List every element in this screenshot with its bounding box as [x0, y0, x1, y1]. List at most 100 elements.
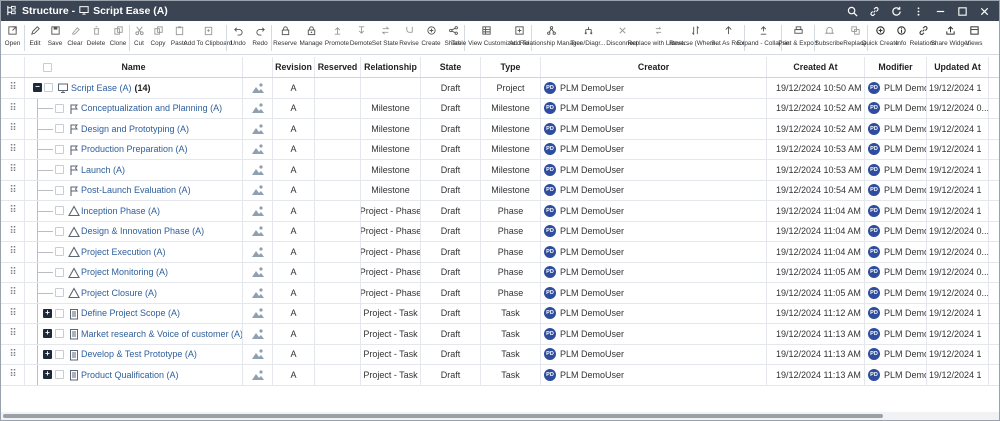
thumbnail-icon[interactable] — [243, 242, 273, 262]
name-cell[interactable]: Launch (A) — [25, 160, 243, 180]
expand-icon[interactable]: + — [43, 329, 52, 339]
table-row[interactable]: ⠿ Production Preparation (A) A Milestone Dra… — [1, 139, 999, 160]
table-row[interactable]: ⠿ Post-Launch Evaluation (A) A Milestone Dra… — [1, 180, 999, 201]
creator-cell[interactable]: PD PLM DemoUser — [541, 365, 767, 385]
copy-button[interactable]: Copy — [148, 21, 168, 55]
clone-button[interactable]: Clone — [107, 21, 129, 55]
undo-button[interactable]: Undo — [227, 21, 249, 55]
add-to-button[interactable]: Add To — [507, 21, 531, 55]
drag-handle-icon[interactable]: ⠿ — [1, 365, 25, 385]
row-checkbox[interactable] — [55, 247, 64, 257]
item-name-link[interactable]: Define Project Scope (A) — [81, 308, 180, 318]
table-row[interactable]: ⠿ + Market research & Voice of customer (A… — [1, 324, 999, 345]
type-column-header[interactable]: Type — [481, 57, 541, 77]
table-row[interactable]: ⠿ Design and Prototyping (A) A Milestone Dra… — [1, 119, 999, 140]
expand-icon[interactable]: + — [43, 308, 52, 318]
row-checkbox[interactable] — [55, 144, 64, 154]
select-all-checkbox[interactable] — [43, 62, 52, 72]
item-name-link[interactable]: Design and Prototyping (A) — [81, 124, 189, 134]
row-checkbox[interactable] — [55, 370, 64, 380]
state-column-header[interactable]: State — [421, 57, 481, 77]
row-checkbox[interactable] — [55, 185, 64, 195]
set-state-button[interactable]: Set State — [372, 21, 398, 55]
search-icon[interactable] — [841, 1, 863, 21]
drag-handle-icon[interactable]: ⠿ — [1, 283, 25, 303]
subscribe-button[interactable]: Subscribe — [815, 21, 843, 55]
root-row[interactable]: ⠿ − Script Ease (A) (14) A Draft Project PD PLM … — [1, 78, 999, 99]
redo-button[interactable]: Redo — [249, 21, 271, 55]
row-checkbox[interactable] — [55, 329, 64, 339]
delete-button[interactable]: Delete — [85, 21, 107, 55]
name-column-header[interactable]: Name — [25, 57, 243, 77]
horizontal-scrollbar[interactable] — [1, 412, 999, 420]
item-name-link[interactable]: Project Closure (A) — [81, 288, 157, 298]
paste-button[interactable]: Paste — [168, 21, 190, 55]
table-row[interactable]: ⠿ Launch (A) A Milestone Draft Milestone PD PLM… — [1, 160, 999, 181]
drag-handle-icon[interactable]: ⠿ — [1, 119, 25, 139]
row-checkbox[interactable] — [55, 206, 64, 216]
drag-handle-icon[interactable]: ⠿ — [1, 160, 25, 180]
relationship-column-header[interactable]: Relationship — [361, 57, 421, 77]
modifier-cell[interactable]: PD PLM Demol — [865, 262, 927, 282]
collapse-icon[interactable]: − — [33, 83, 42, 93]
minimize-icon[interactable] — [929, 1, 951, 21]
replace-button[interactable]: Replace — [843, 21, 867, 55]
manage-button[interactable]: Manage — [298, 21, 324, 55]
creator-cell[interactable]: PD PLM DemoUser — [541, 221, 767, 241]
creator-cell[interactable]: PD PLM DemoUser — [541, 324, 767, 344]
add-to-clipboard-button[interactable]: Add To Clipboard — [184, 21, 232, 55]
item-name-link[interactable]: Market research & Voice of customer (A) — [81, 329, 242, 339]
drag-handle-icon[interactable]: ⠿ — [1, 324, 25, 344]
tree-diagr-button[interactable]: Tree/Diagr... — [570, 21, 606, 55]
thumbnail-icon[interactable] — [243, 221, 273, 241]
item-name-link[interactable]: Design & Innovation Phase (A) — [81, 226, 204, 236]
modifier-cell[interactable]: PD PLM Demol — [865, 78, 927, 98]
modifier-cell[interactable]: PD PLM Demol — [865, 139, 927, 159]
name-cell[interactable]: − Script Ease (A) (14) — [25, 78, 243, 98]
modifier-cell[interactable]: PD PLM Demol — [865, 242, 927, 262]
row-checkbox[interactable] — [55, 165, 64, 175]
revise-button[interactable]: Revise — [398, 21, 420, 55]
item-name-link[interactable]: Project Execution (A) — [81, 247, 166, 257]
thumbnail-icon[interactable] — [243, 98, 273, 118]
refresh-icon[interactable] — [885, 1, 907, 21]
relations-button[interactable]: Relations — [910, 21, 936, 55]
item-name-link[interactable]: Project Monitoring (A) — [81, 267, 168, 277]
share-button[interactable]: Share — [442, 21, 464, 55]
thumbnail-icon[interactable] — [243, 303, 273, 323]
row-checkbox[interactable] — [55, 124, 64, 134]
edit-button[interactable]: Edit — [25, 21, 45, 55]
name-cell[interactable]: + Product Qualification (A) — [25, 365, 243, 385]
creator-cell[interactable]: PD PLM DemoUser — [541, 242, 767, 262]
creator-cell[interactable]: PD PLM DemoUser — [541, 283, 767, 303]
name-cell[interactable]: Project Monitoring (A) — [25, 262, 243, 282]
create-button[interactable]: Create — [420, 21, 442, 55]
name-cell[interactable]: Inception Phase (A) — [25, 201, 243, 221]
modifier-cell[interactable]: PD PLM Demol — [865, 180, 927, 200]
replace-with-latest-button[interactable]: Replace with Latest... — [627, 21, 689, 55]
name-cell[interactable]: Project Execution (A) — [25, 242, 243, 262]
table-view-customizat-button[interactable]: Table View Customizat... — [451, 21, 521, 55]
modifier-cell[interactable]: PD PLM Demol — [865, 324, 927, 344]
modifier-cell[interactable]: PD PLM Demol — [865, 160, 927, 180]
thumbnail-icon[interactable] — [243, 119, 273, 139]
open-button[interactable]: Open — [1, 21, 24, 55]
table-row[interactable]: ⠿ + Develop & Test Prototype (A) A Project -… — [1, 344, 999, 365]
print-export-button[interactable]: Print & Export — [778, 21, 818, 55]
row-checkbox[interactable] — [55, 349, 64, 359]
row-checkbox[interactable] — [55, 226, 64, 236]
views-button[interactable]: Views — [964, 21, 984, 55]
table-row[interactable]: ⠿ + Product Qualification (A) A Project - Ta… — [1, 365, 999, 386]
creator-cell[interactable]: PD PLM DemoUser — [541, 119, 767, 139]
drag-handle-icon[interactable]: ⠿ — [1, 139, 25, 159]
table-row[interactable]: ⠿ Conceptualization and Planning (A) A Mile… — [1, 98, 999, 119]
created-at-column-header[interactable]: Created At — [767, 57, 865, 77]
item-name-link[interactable]: Develop & Test Prototype (A) — [81, 349, 197, 359]
quick-create-button[interactable]: Quick Create — [861, 21, 899, 55]
modifier-cell[interactable]: PD PLM Demol — [865, 221, 927, 241]
creator-cell[interactable]: PD PLM DemoUser — [541, 98, 767, 118]
reserved-column-header[interactable]: Reserved — [315, 57, 361, 77]
modifier-cell[interactable]: PD PLM Demol — [865, 303, 927, 323]
modifier-column-header[interactable]: Modifier — [865, 57, 927, 77]
link-icon[interactable] — [863, 1, 885, 21]
